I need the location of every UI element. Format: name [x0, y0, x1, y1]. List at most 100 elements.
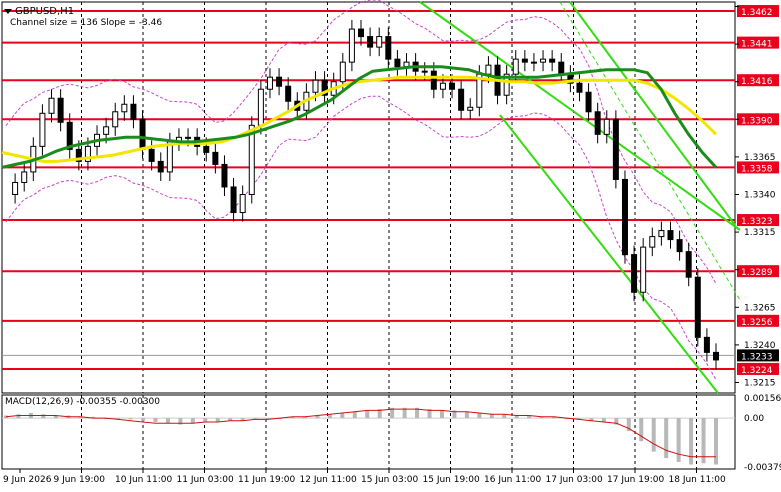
candle-body: [458, 88, 465, 111]
candle-body: [358, 28, 364, 38]
macd-tick-label: -0.00379: [744, 463, 781, 473]
price-tick-label: 1.3315: [744, 228, 776, 238]
level-tag-label: 1.3462: [741, 8, 773, 18]
candle-body: [203, 145, 210, 153]
macd-tick-label: 0.00: [744, 414, 764, 424]
candle-body: [631, 254, 638, 293]
candle-body: [257, 88, 264, 126]
level-tag-label: 1.3323: [741, 217, 773, 227]
candle-body: [385, 36, 392, 60]
candle-body: [640, 246, 647, 293]
candle-body: [157, 160, 164, 173]
level-tag-label: 1.3289: [741, 268, 773, 278]
candle-body: [248, 124, 255, 195]
candle-body: [212, 151, 219, 165]
candle-body: [703, 336, 710, 353]
macd-hist-bar: [489, 414, 494, 419]
candle-body: [221, 163, 228, 188]
time-tick-label: 10 Jun 11:00: [115, 475, 172, 485]
symbol-header: GBPUSD,H1 Channel size = 136 Slope = -3.…: [4, 6, 162, 28]
candle-body: [667, 230, 674, 241]
channel-upper-line: [419, 1, 741, 231]
candle-body: [57, 97, 64, 123]
candle-body: [603, 118, 610, 135]
candle-body: [430, 70, 437, 90]
candle-body: [676, 239, 683, 253]
symbol-label: GBPUSD,H1: [15, 6, 74, 17]
level-tag-label: 1.3358: [741, 164, 773, 174]
candle-body: [521, 58, 528, 63]
time-tick-label: 11 Jun 03:00: [177, 475, 234, 485]
macd-hist-bar: [340, 412, 345, 419]
time-tick-label: 15 Jun 03:00: [361, 475, 418, 485]
time-tick-label: 18 Jun 11:00: [669, 475, 726, 485]
candle-body: [166, 141, 173, 173]
candle-body: [467, 106, 474, 111]
candle-body: [139, 118, 146, 150]
candle-body: [621, 178, 628, 256]
candle-body: [39, 112, 46, 147]
time-tick-label: 12 Jun 11:00: [300, 475, 357, 485]
candle-body: [12, 181, 19, 195]
candle-body: [576, 82, 583, 93]
candle-body: [594, 111, 601, 135]
candle-body: [585, 91, 592, 113]
level-tag-label: 1.3224: [741, 366, 773, 376]
candle-body: [348, 28, 355, 63]
candle-body: [685, 251, 692, 278]
level-tag-label: 1.3416: [741, 77, 773, 87]
level-tag-label: 1.3441: [741, 40, 773, 50]
candle-body: [130, 103, 137, 120]
macd-hist-bar: [203, 418, 208, 422]
price-tick-label: 1.3365: [744, 153, 776, 163]
macd-hist-bar: [128, 418, 133, 420]
macd-hist-bar: [439, 410, 444, 419]
candle-body: [558, 61, 565, 75]
price-series: [12, 20, 719, 369]
macd-hist-bar: [676, 418, 681, 462]
macd-hist-bar: [365, 410, 370, 419]
candle-body: [658, 230, 665, 238]
macd-hist-bar: [639, 418, 644, 442]
candle-body: [394, 58, 401, 68]
time-tick-label: 15 Jun 19:00: [423, 475, 480, 485]
macd-label: MACD(12,26,9) -0.00355 -0.00300: [5, 397, 160, 407]
macd-hist-bar: [16, 414, 21, 419]
candle-body: [530, 61, 537, 64]
macd-hist-bar: [689, 418, 694, 465]
candle-body: [540, 58, 547, 63]
macd-hist-bar: [664, 418, 669, 459]
candle-body: [239, 193, 246, 214]
macd-hist-bar: [714, 418, 718, 465]
macd-hist-bar: [165, 418, 170, 424]
price-chart[interactable]: 0.00156 0.00 -0.00379 1.3462 1.3441 1.3416 1.…: [0, 0, 781, 489]
candle-body: [339, 61, 346, 83]
candle-body: [285, 85, 292, 102]
level-tag-label: 1.3256: [741, 318, 773, 328]
candle-body: [367, 36, 374, 48]
indicator-info: Channel size = 136 Slope = -3.46: [10, 18, 162, 28]
candle-body: [103, 126, 110, 135]
candle-body: [148, 148, 155, 162]
candle-body: [376, 36, 383, 48]
macd-hist-bar: [153, 418, 158, 422]
candle-body: [485, 64, 492, 75]
moving-averages: [1, 65, 718, 169]
price-tick-label: 1.3265: [744, 303, 776, 313]
price-tick-label: 1.3340: [744, 190, 776, 200]
candle-body: [512, 58, 519, 75]
regression-channel: [419, 1, 741, 394]
level-tag-label: 1.3390: [741, 116, 773, 126]
vertical-grid: [81, 2, 697, 469]
time-tick-label: 9 Jun 19:00: [54, 475, 106, 485]
macd-hist-bar: [41, 414, 46, 419]
macd-hist-bar: [352, 411, 357, 419]
channel-mid-line: [559, 1, 741, 301]
macd-hist-bar: [190, 418, 195, 424]
candle-body: [649, 236, 656, 248]
candle-body: [48, 97, 55, 114]
candle-body: [694, 276, 701, 338]
macd-tick-label: 0.00156: [744, 394, 781, 404]
candle-body: [439, 82, 446, 90]
price-axis: 1.3462 1.3441 1.3416 1.3390 1.3358 1.3323 1.32…: [735, 5, 779, 388]
